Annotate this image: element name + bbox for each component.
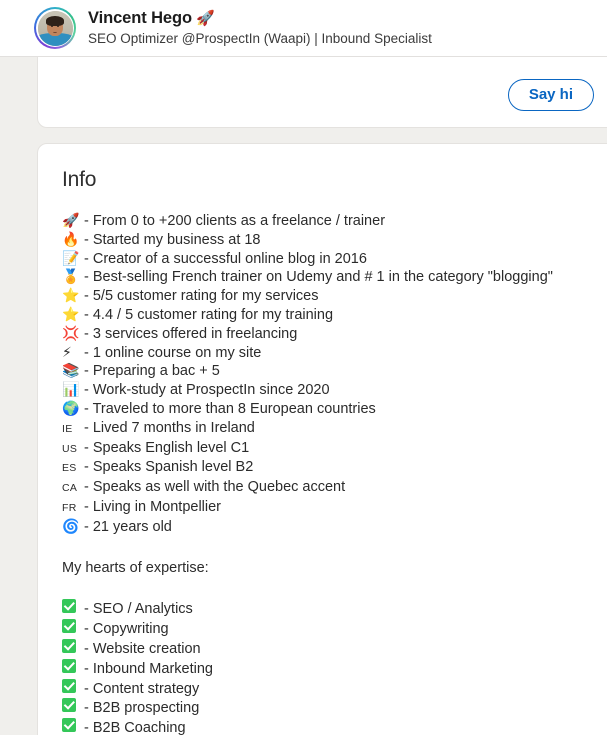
bar-chart-emoji: 📊 bbox=[62, 382, 80, 399]
high-voltage-emoji: ⚡ bbox=[62, 344, 72, 361]
expertise-list-item: - Website creation bbox=[62, 638, 594, 659]
expertise-list-item: - Content strategy bbox=[62, 678, 594, 699]
star-emoji: ⭐ bbox=[62, 306, 80, 323]
info-list-item-text: - Lived 7 months in Ireland bbox=[84, 419, 255, 436]
expertise-list-item: - B2B prospecting bbox=[62, 698, 594, 718]
expertise-list-item-text: - B2B prospecting bbox=[84, 700, 200, 717]
rocket-emoji: 🚀 bbox=[196, 9, 215, 28]
profile-summary-card: Say hi bbox=[37, 57, 607, 128]
expertise-list-item: - Inbound Marketing bbox=[62, 658, 594, 679]
info-list-item: US - Speaks English level C1 bbox=[62, 439, 594, 459]
profile-name-text: Vincent Hego bbox=[88, 9, 192, 28]
info-list-item: 🔥 - Started my business at 18 bbox=[62, 231, 594, 250]
check-mark-icon bbox=[62, 638, 84, 653]
check-mark-icon bbox=[62, 698, 84, 713]
info-list: 🚀 - From 0 to +200 clients as a freelance… bbox=[62, 212, 594, 537]
expertise-list-item: - SEO / Analytics bbox=[62, 599, 594, 619]
star-emoji: ⭐ bbox=[62, 288, 80, 305]
info-list-item-text: - 3 services offered in freelancing bbox=[84, 325, 298, 342]
info-list-item: ⚡ - 1 online course on my site bbox=[62, 344, 594, 363]
info-list-item: ES - Speaks Spanish level B2 bbox=[62, 458, 594, 478]
medal-emoji: 🏅 bbox=[62, 269, 80, 286]
info-list-item-text: - Traveled to more than 8 European count… bbox=[84, 400, 376, 417]
info-list-item-text: - Started my business at 18 bbox=[84, 231, 261, 248]
flag-united-states: US bbox=[62, 442, 78, 455]
check-mark-icon bbox=[62, 599, 84, 614]
info-list-item: 🚀 - From 0 to +200 clients as a freelance… bbox=[62, 212, 594, 231]
expertise-list-item-text: - B2B Coaching bbox=[84, 720, 186, 735]
check-mark-icon bbox=[62, 658, 84, 673]
info-list-item: 📚 - Preparing a bac + 5 bbox=[62, 362, 594, 381]
say-hi-button[interactable]: Say hi bbox=[507, 78, 594, 111]
flag-ireland: IE bbox=[62, 422, 73, 435]
info-list-item: 🏅 - Best-selling French trainer on Udemy … bbox=[62, 268, 594, 287]
check-mark-icon bbox=[62, 619, 84, 634]
globe-emoji: 🌍 bbox=[62, 400, 80, 417]
info-list-item-text: - From 0 to +200 clients as a freelance … bbox=[84, 213, 386, 229]
info-list-item-text: - 1 online course on my site bbox=[84, 344, 262, 361]
info-list-item-text: - 5/5 customer rating for my services bbox=[84, 288, 319, 305]
rocket-emoji: 🚀 bbox=[62, 213, 80, 229]
header-text: Vincent Hego 🚀 SEO Optimizer @ProspectIn… bbox=[88, 8, 432, 48]
info-list-item-text: - Speaks as well with the Quebec accent bbox=[84, 479, 346, 496]
page-body: Say hi Info 🚀 - From 0 to +200 clients as… bbox=[0, 57, 607, 735]
profile-name: Vincent Hego 🚀 bbox=[88, 8, 432, 29]
check-mark-icon bbox=[62, 678, 84, 693]
info-list-item-text: - Speaks English level C1 bbox=[84, 439, 250, 456]
expertise-list: - SEO / Analytics - Copywriting - Website … bbox=[62, 599, 594, 735]
expertise-heading: My hearts of expertise: bbox=[62, 559, 209, 576]
expertise-list-item-text: - SEO / Analytics bbox=[84, 601, 193, 618]
info-card-title: Info bbox=[62, 168, 97, 191]
info-card: Info 🚀 - From 0 to +200 clients as a free… bbox=[37, 143, 607, 735]
info-list-item: 🌀 - 21 years old bbox=[62, 518, 594, 537]
info-list-item: 🌍 - Traveled to more than 8 European coun… bbox=[62, 400, 594, 419]
profile-headline: SEO Optimizer @ProspectIn (Waapi) | Inbo… bbox=[88, 30, 432, 46]
profile-header: Vincent Hego 🚀 SEO Optimizer @ProspectIn… bbox=[0, 0, 607, 57]
avatar-photo bbox=[37, 10, 73, 46]
anger-symbol-emoji: 💢 bbox=[62, 325, 80, 342]
info-list-item-text: - 21 years old bbox=[84, 518, 172, 535]
memo-emoji: 📝 bbox=[62, 250, 80, 267]
info-list-item: 📊 - Work-study at ProspectIn since 2020 bbox=[62, 381, 594, 400]
expertise-list-item-text: - Content strategy bbox=[84, 680, 200, 697]
avatar-ring bbox=[36, 9, 74, 47]
info-list-item: 📝 - Creator of a successful online blog i… bbox=[62, 250, 594, 269]
info-list-item: FR - Living in Montpellier bbox=[62, 498, 594, 518]
info-list-item: CA - Speaks as well with the Quebec accen… bbox=[62, 478, 594, 498]
expertise-list-item: - Copywriting bbox=[62, 619, 594, 639]
flag-france: FR bbox=[62, 501, 77, 514]
cyclone-emoji: 🌀 bbox=[62, 518, 80, 535]
info-list-item-text: - Best-selling French trainer on Udemy a… bbox=[84, 269, 553, 286]
info-list-item-text: - Living in Montpellier bbox=[84, 498, 222, 515]
expertise-list-item: - B2B Coaching bbox=[62, 718, 594, 735]
info-list-item: IE - Lived 7 months in Ireland bbox=[62, 419, 594, 439]
books-emoji: 📚 bbox=[62, 363, 80, 380]
info-list-item-text: - Speaks Spanish level B2 bbox=[84, 459, 254, 476]
check-mark-icon bbox=[62, 718, 84, 733]
info-list-item-text: - Work-study at ProspectIn since 2020 bbox=[84, 382, 330, 399]
info-list-item-text: - Preparing a bac + 5 bbox=[84, 363, 220, 380]
flag-canada: CA bbox=[62, 482, 78, 495]
info-list-item-text: - Creator of a successful online blog in… bbox=[84, 250, 367, 267]
avatar[interactable] bbox=[34, 7, 76, 49]
expertise-list-item-text: - Inbound Marketing bbox=[84, 660, 213, 677]
fire-emoji: 🔥 bbox=[62, 231, 80, 248]
expertise-list-item-text: - Website creation bbox=[84, 640, 201, 657]
info-list-item: ⭐ - 4.4 / 5 customer rating for my traini… bbox=[62, 306, 594, 325]
info-list-item: 💢 - 3 services offered in freelancing bbox=[62, 325, 594, 344]
expertise-list-item-text: - Copywriting bbox=[84, 621, 169, 638]
info-list-item-text: - 4.4 / 5 customer rating for my trainin… bbox=[84, 306, 334, 323]
info-list-item: ⭐ - 5/5 customer rating for my services bbox=[62, 287, 594, 306]
flag-spain: ES bbox=[62, 462, 77, 475]
